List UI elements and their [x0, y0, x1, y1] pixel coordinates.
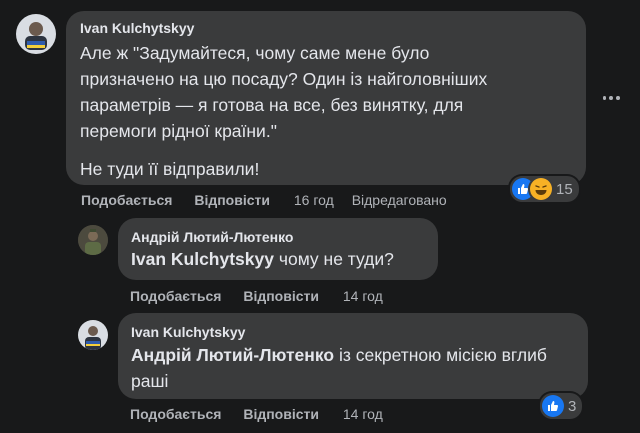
avatar[interactable] [16, 14, 56, 54]
reply-button[interactable]: Відповісти [194, 192, 270, 208]
mention-link[interactable]: Андрій Лютий-Лютенко [131, 345, 334, 365]
reactions-summary[interactable]: 3 [540, 393, 583, 419]
like-button[interactable]: Подобається [130, 406, 221, 422]
comment-author[interactable]: Ivan Kulchytskyy [131, 324, 575, 341]
comment-text: Андрій Лютий-Лютенко із секретною місією… [131, 345, 547, 391]
comment-text: Але ж "Задумайтеся, чому саме мене було … [80, 43, 488, 141]
reply-bubble: Андрій Лютий-Лютенко Ivan Kulchytskyy чо… [118, 218, 438, 280]
timestamp[interactable]: 16 год [294, 192, 334, 208]
reply-bubble: Ivan Kulchytskyy Андрій Лютий-Лютенко із… [118, 313, 588, 399]
mention-link[interactable]: Ivan Kulchytskyy [131, 249, 274, 269]
more-options-icon[interactable] [601, 90, 621, 106]
edited-label[interactable]: Відредаговано [352, 192, 447, 208]
reply-button[interactable]: Відповісти [243, 288, 319, 304]
reply-button[interactable]: Відповісти [243, 406, 319, 422]
comment-author[interactable]: Андрій Лютий-Лютенко [131, 229, 425, 246]
like-button[interactable]: Подобається [81, 192, 172, 208]
reaction-count: 3 [568, 397, 577, 415]
comment-author[interactable]: Ivan Kulchytskyy [80, 19, 572, 37]
timestamp[interactable]: 14 год [343, 406, 383, 422]
comment-text: Ivan Kulchytskyy чому не туди? [131, 249, 394, 269]
comment-text: Не туди її відправили! [80, 159, 260, 179]
like-button[interactable]: Подобається [130, 288, 221, 304]
comment-actions: Подобається Відповісти 14 год [130, 288, 383, 304]
comment-bubble: Ivan Kulchytskyy Але ж "Задумайтеся, чом… [66, 11, 586, 185]
comment-actions: Подобається Відповісти 14 год [130, 406, 383, 422]
comment-actions: Подобається Відповісти 16 год Відредагов… [81, 192, 447, 208]
reaction-count: 15 [556, 180, 573, 198]
like-icon [542, 395, 564, 417]
avatar[interactable] [78, 225, 108, 255]
reactions-summary[interactable]: 15 [510, 176, 579, 202]
timestamp[interactable]: 14 год [343, 288, 383, 304]
avatar[interactable] [78, 320, 108, 350]
haha-icon [530, 178, 552, 200]
